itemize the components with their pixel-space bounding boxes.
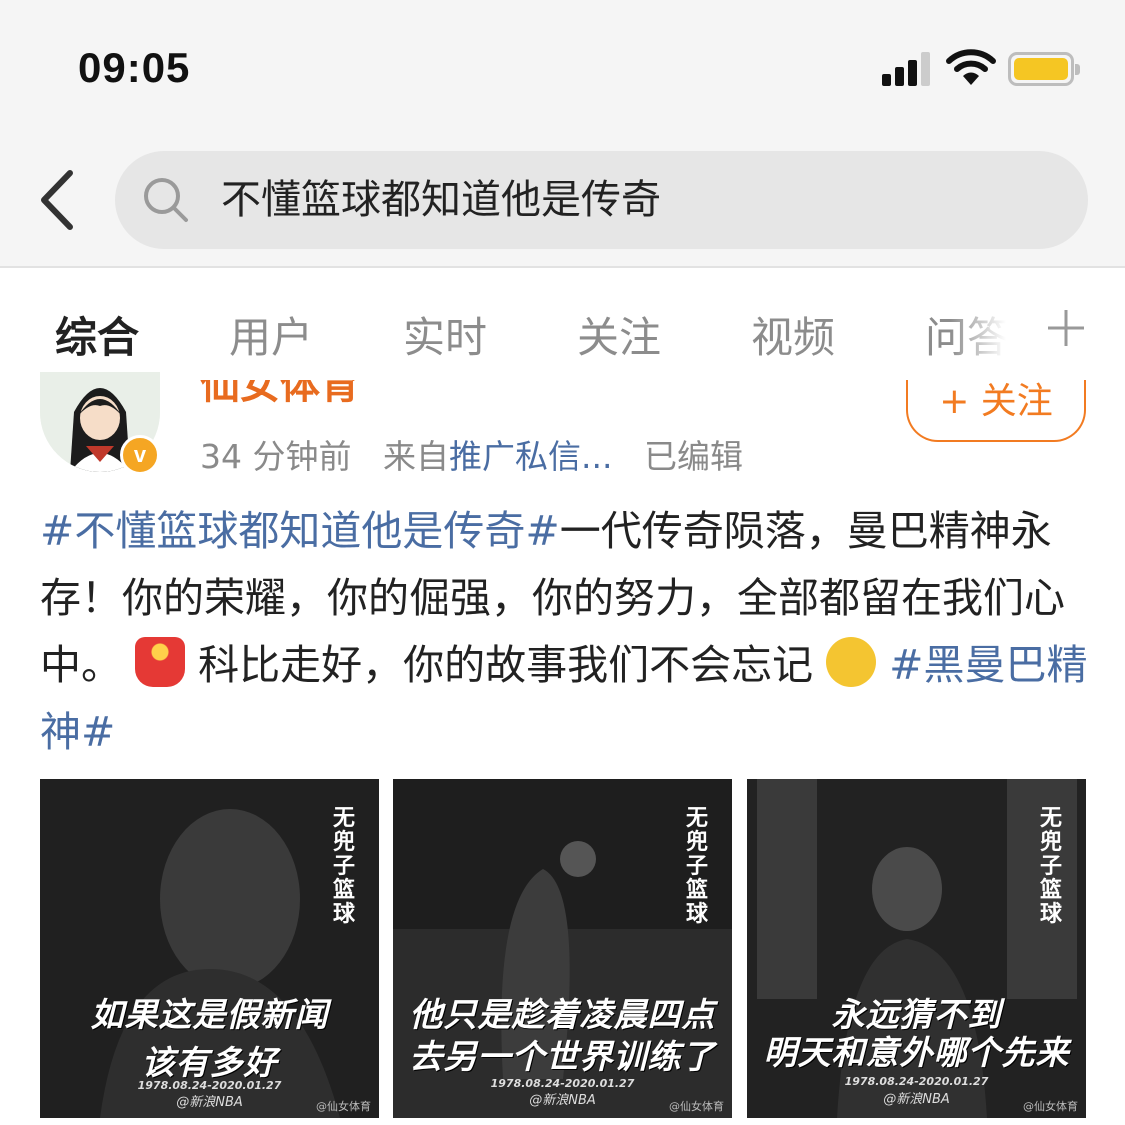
status-bar: 09:05	[0, 0, 1125, 135]
post-time: 34 分钟前	[200, 437, 352, 476]
image-watermark: @仙女体育	[316, 1100, 371, 1113]
username-clip: 仙女体育	[200, 380, 520, 410]
search-query[interactable]: 不懂篮球都知道他是传奇	[221, 173, 661, 227]
follow-button[interactable]: + 关注	[906, 380, 1086, 442]
tab-following[interactable]: 关注	[577, 304, 661, 365]
image-caption: 他只是趁着凌晨四点	[409, 995, 716, 1034]
brand-logo: 无兜子篮球	[1039, 806, 1062, 927]
post-image-3[interactable]: 无兜子篮球 永远猜不到 明天和意外哪个先来 1978.08.24-2020.01…	[747, 779, 1086, 1118]
post-meta: 34 分钟前 来自推广私信... 已编辑	[200, 430, 743, 478]
status-time: 09:05	[78, 44, 191, 91]
wifi-icon	[946, 49, 996, 85]
tab-realtime[interactable]: 实时	[403, 304, 487, 365]
tab-fade	[950, 288, 1030, 368]
search-input[interactable]: 不懂篮球都知道他是传奇	[115, 151, 1088, 249]
source-prefix: 来自	[382, 437, 449, 476]
cellular-signal-icon	[882, 52, 932, 86]
plus-icon[interactable]	[1044, 306, 1088, 350]
post-username[interactable]: 仙女体育	[200, 380, 360, 410]
battery-icon	[1008, 52, 1080, 86]
crying-emoji-icon	[826, 637, 877, 687]
search-icon	[144, 178, 188, 222]
image-caption: 如果这是假新闻	[90, 995, 329, 1034]
brand-logo: 无兜子篮球	[332, 806, 355, 927]
verified-badge-icon: v	[120, 435, 160, 475]
back-chevron-icon[interactable]	[34, 167, 84, 233]
brand-logo: 无兜子篮球	[685, 806, 708, 927]
post-text: #不懂篮球都知道他是传奇#一代传奇陨落，曼巴精神永存！你的荣耀，你的倔强，你的努…	[40, 498, 1090, 766]
edited-label: 已编辑	[643, 437, 743, 476]
post-source-link[interactable]: 推广私信...	[449, 437, 612, 476]
tab-users[interactable]: 用户	[229, 304, 313, 365]
post-body-2: 科比走好，你的故事我们不会忘记	[185, 641, 827, 689]
image-dates: 1978.08.24-2020.01.27	[844, 1075, 989, 1088]
tab-bar: 综合 用户 实时 关注 视频 问答	[0, 268, 1125, 390]
tab-comprehensive[interactable]: 综合	[55, 304, 139, 365]
hashtag-link[interactable]: #不懂篮球都知道他是传奇#	[40, 507, 560, 555]
post-image-2[interactable]: 无兜子篮球 他只是趁着凌晨四点 去另一个世界训练了 1978.08.24-202…	[393, 779, 732, 1118]
image-caption: 去另一个世界训练了	[409, 1037, 716, 1076]
image-watermark: @仙女体育	[669, 1100, 724, 1113]
image-caption: 明天和意外哪个先来	[763, 1033, 1070, 1072]
candle-emoji-icon	[135, 637, 186, 687]
image-watermark: @仙女体育	[1023, 1100, 1078, 1113]
post-image-1[interactable]: 无兜子篮球 如果这是假新闻 该有多好 1978.08.24-2020.01.27…	[40, 779, 379, 1118]
search-header: 不懂篮球都知道他是传奇	[0, 135, 1125, 268]
tab-video[interactable]: 视频	[751, 304, 835, 365]
